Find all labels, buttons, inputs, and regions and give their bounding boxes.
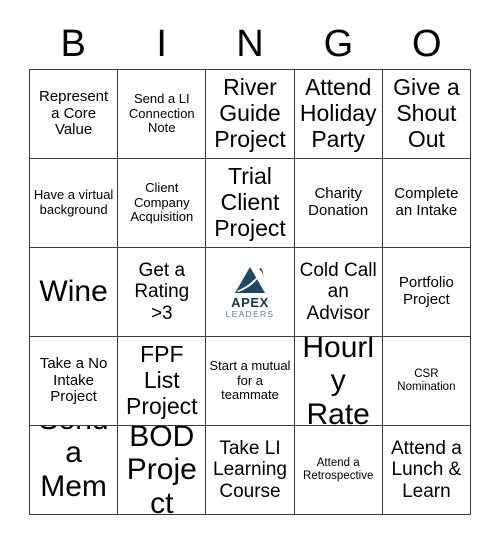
bingo-grid: Represent a Core Value Send a LI Connecti… (29, 69, 471, 515)
bingo-cell-label: Wine (39, 275, 108, 309)
bingo-cell[interactable]: Attend Holiday Party (294, 70, 383, 159)
bingo-cell-label: Complete an Intake (394, 185, 459, 219)
bingo-header-letter-i: I (156, 22, 167, 65)
bingo-cell[interactable]: Wine (30, 248, 119, 337)
bingo-cell-label: Take LI Learning Course (213, 438, 287, 502)
bingo-cell[interactable]: Hourly Rate (294, 337, 383, 426)
bingo-cell-label: Represent a Core Value (38, 87, 109, 139)
bingo-cell[interactable]: Send a LI Connection Note (118, 70, 207, 159)
bingo-cell-label: BOD Project (126, 426, 197, 515)
bingo-cell[interactable]: Take a No Intake Project (30, 337, 119, 426)
bingo-cell-label: FPF List Project (125, 341, 198, 419)
bingo-cell[interactable]: Cold Call an Advisor (294, 248, 383, 337)
bingo-cell[interactable]: CSR Nomination (382, 337, 471, 426)
bingo-cell[interactable]: Give a Shout Out (382, 70, 471, 159)
bingo-cell-label: Take a No Intake Project (39, 354, 108, 406)
apex-mountain-icon (234, 266, 265, 293)
bingo-cell[interactable]: Get a Rating >3 (118, 248, 207, 337)
bingo-cell-label: Attend a Lunch & Learn (391, 438, 462, 502)
bingo-cell[interactable]: Represent a Core Value (30, 70, 119, 159)
bingo-cell[interactable]: Trial Client Project (206, 159, 295, 248)
bingo-cell-label: Start a mutual for a teammate (209, 358, 291, 403)
bingo-cell-label: Client Company Acquisition (130, 180, 194, 225)
bingo-cell[interactable]: Charity Donation (294, 159, 383, 248)
bingo-header-letter-o: O (412, 22, 442, 65)
bingo-header-letter-n: N (236, 22, 264, 65)
bingo-cell-label: CSR Nomination (397, 368, 456, 393)
bingo-cell-label: Attend a Retrospective (303, 457, 374, 482)
bingo-cell-label: Hourly Rate (302, 337, 375, 426)
bingo-cell[interactable]: Client Company Acquisition (118, 159, 207, 248)
bingo-card: B I N G O Represent a Core Value Send a L… (0, 0, 500, 544)
bingo-cell-label: River Guide Project (214, 74, 286, 152)
bingo-cell-label: Have a virtual background (33, 187, 114, 217)
bingo-cell[interactable]: Complete an Intake (382, 159, 471, 248)
bingo-header-row: B I N G O (29, 18, 471, 69)
bingo-cell-label: Cold Call an Advisor (299, 260, 377, 324)
bingo-cell-label: Give a Shout Out (393, 74, 460, 152)
apex-logo-subtext: LEADERS (225, 309, 275, 320)
bingo-header-letter-b: B (60, 22, 86, 65)
bingo-cell-label: Send a LI Connection Note (128, 91, 195, 136)
bingo-cell-label: Send a Meme (39, 426, 109, 514)
bingo-cell-label: Charity Donation (308, 185, 369, 219)
bingo-cell-free-logo[interactable]: APEX LEADERS (206, 248, 295, 337)
bingo-cell[interactable]: Take LI Learning Course (206, 426, 295, 515)
bingo-cell[interactable]: Start a mutual for a teammate (206, 337, 295, 426)
apex-logo-wordmark: APEX (231, 294, 269, 310)
bingo-cell[interactable]: Attend a Lunch & Learn (382, 426, 471, 515)
bingo-cell[interactable]: FPF List Project (118, 337, 207, 426)
bingo-header-letter-g: G (323, 22, 354, 65)
apex-leaders-logo: APEX LEADERS (209, 265, 290, 320)
bingo-cell[interactable]: BOD Project (118, 426, 207, 515)
bingo-cell[interactable]: Portfolio Project (382, 248, 471, 337)
bingo-cell-label: Get a Rating >3 (134, 260, 190, 324)
bingo-cell[interactable]: Have a virtual background (30, 159, 119, 248)
bingo-cell[interactable]: Send a Meme (30, 426, 119, 515)
bingo-cell-label: Trial Client Project (214, 163, 286, 241)
bingo-cell[interactable]: Attend a Retrospective (294, 426, 383, 515)
bingo-cell-label: Attend Holiday Party (299, 74, 377, 152)
bingo-cell[interactable]: River Guide Project (206, 70, 295, 159)
bingo-cell-label: Portfolio Project (398, 274, 454, 308)
